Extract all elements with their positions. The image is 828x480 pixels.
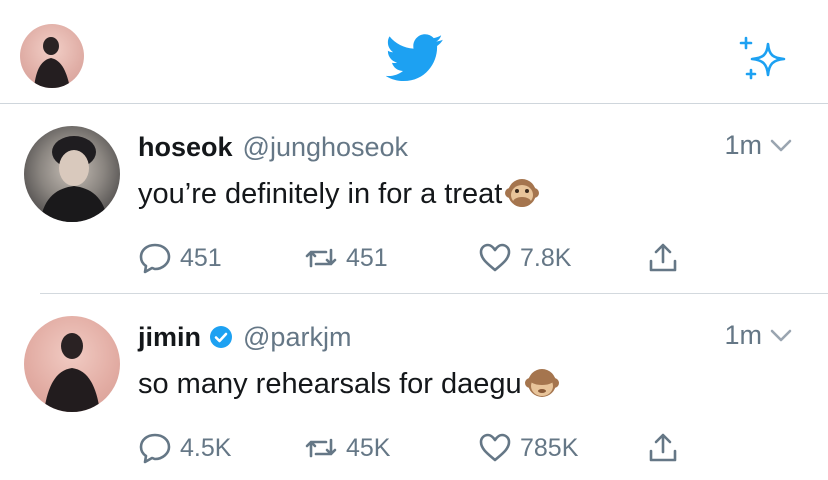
timestamp: 1m bbox=[724, 320, 762, 350]
tweet-body: so many rehearsals for daegu bbox=[138, 367, 522, 400]
retweet-count: 45K bbox=[346, 433, 391, 462]
reply-button[interactable]: 4.5K bbox=[138, 430, 231, 466]
reply-count: 4.5K bbox=[180, 433, 232, 462]
twitter-bird-icon bbox=[386, 34, 443, 82]
user-handle[interactable]: @parkjm bbox=[243, 322, 351, 353]
sparkle-icon[interactable] bbox=[736, 34, 790, 82]
display-name[interactable]: hoseok bbox=[138, 132, 233, 163]
avatar-photo bbox=[44, 333, 100, 412]
chevron-down-icon[interactable] bbox=[770, 139, 792, 153]
verified-badge-icon bbox=[210, 326, 233, 348]
like-count: 7.8K bbox=[520, 243, 572, 272]
avatar-photo bbox=[34, 37, 70, 88]
like-button[interactable]: 7.8K bbox=[478, 240, 571, 276]
see-no-evil-monkey-icon bbox=[524, 369, 559, 397]
tweet[interactable]: hoseok @junghoseok 1m you’re definitely … bbox=[0, 104, 828, 294]
retweet-icon bbox=[305, 438, 337, 458]
avatar[interactable] bbox=[24, 316, 120, 412]
speak-no-evil-monkey-icon bbox=[505, 179, 540, 207]
share-icon bbox=[649, 243, 677, 272]
reply-icon bbox=[139, 243, 171, 274]
tweet-time: 1m bbox=[724, 130, 792, 161]
tweet-header: hoseok @junghoseok bbox=[138, 130, 408, 164]
user-handle[interactable]: @junghoseok bbox=[243, 132, 409, 163]
like-button[interactable]: 785K bbox=[478, 430, 578, 466]
retweet-count: 451 bbox=[346, 243, 388, 272]
tweet-actions: 451 451 7.8K bbox=[138, 240, 698, 276]
heart-icon bbox=[479, 433, 511, 462]
retweet-button[interactable]: 45K bbox=[304, 430, 390, 466]
tweet-time: 1m bbox=[724, 320, 792, 351]
share-icon bbox=[649, 433, 677, 462]
avatar-photo bbox=[40, 136, 108, 222]
retweet-icon bbox=[305, 248, 337, 268]
retweet-button[interactable]: 451 bbox=[304, 240, 388, 276]
like-count: 785K bbox=[520, 433, 579, 462]
display-name[interactable]: jimin bbox=[138, 322, 201, 353]
share-button[interactable] bbox=[646, 430, 680, 466]
tweet-actions: 4.5K 45K 785K bbox=[138, 430, 698, 466]
tweet-text: you’re definitely in for a treat bbox=[138, 176, 540, 212]
heart-icon bbox=[479, 243, 511, 272]
tweet[interactable]: jimin @parkjm 1m so many rehearsals for … bbox=[0, 294, 828, 480]
reply-icon bbox=[139, 433, 171, 464]
tweet-body: you’re definitely in for a treat bbox=[138, 177, 503, 210]
tweet-header: jimin @parkjm bbox=[138, 320, 351, 354]
timestamp: 1m bbox=[724, 130, 762, 160]
profile-avatar[interactable] bbox=[20, 24, 84, 88]
reply-count: 451 bbox=[180, 243, 222, 272]
reply-button[interactable]: 451 bbox=[138, 240, 222, 276]
avatar[interactable] bbox=[24, 126, 120, 222]
chevron-down-icon[interactable] bbox=[770, 329, 792, 343]
top-header bbox=[0, 0, 828, 104]
share-button[interactable] bbox=[646, 240, 680, 276]
tweet-text: so many rehearsals for daegu bbox=[138, 366, 560, 402]
